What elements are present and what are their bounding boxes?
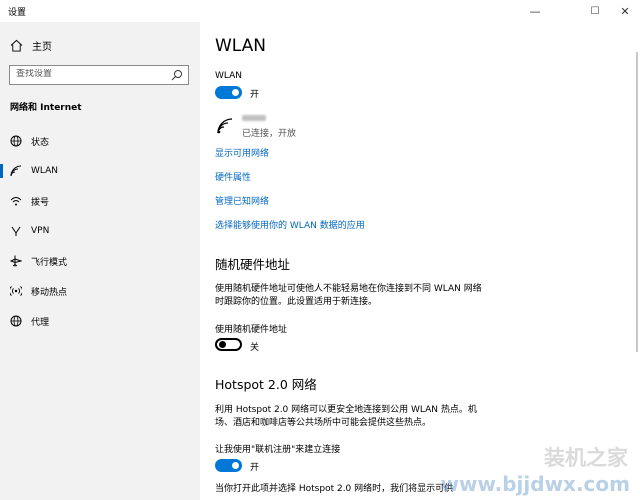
search-input[interactable] [16,69,166,79]
sidebar-item-label: 状态 [31,137,50,148]
scrollbar-thumb[interactable] [636,52,638,352]
minimize-button[interactable]: — [520,0,550,22]
hotspot-heading: Hotspot 2.0 网络 [215,377,317,392]
search-box[interactable] [9,65,189,85]
hotspot-toggle-label: 让我使用"联机注册"来建立连接 [215,445,341,455]
home-label: 主页 [32,42,52,53]
toggle-knob [232,89,239,96]
wifi-icon [9,164,23,178]
close-button[interactable]: ✕ [610,0,640,22]
random-hw-toggle-label: 使用随机硬件地址 [215,325,288,335]
sidebar-item-dialup[interactable]: 拨号 [0,190,200,212]
wlan-toggle[interactable] [215,86,242,99]
sidebar-item-label: 代理 [31,317,50,328]
airplane-icon [9,254,23,268]
dialup-icon [9,194,23,208]
sidebar-item-status[interactable]: 状态 [0,130,200,152]
sidebar-item-vpn[interactable]: VPN [0,220,200,242]
main-content: WLAN WLAN 开 已连接，开放 显示可用网络 硬件属性 管理已知网络 选择… [200,22,640,500]
hotspot-icon [9,284,23,298]
network-status: 已连接，开放 [242,129,297,139]
home-nav-item[interactable]: 主页 [10,38,52,53]
maximize-button[interactable]: ☐ [580,0,610,22]
show-available-networks-link[interactable]: 显示可用网络 [215,146,269,159]
window-title: 设置 [8,8,27,18]
choose-wlan-apps-link[interactable]: 选择能够使用你的 WLAN 数据的应用 [215,218,365,231]
sidebar-item-label: VPN [31,226,50,236]
wifi-signal-icon[interactable] [216,117,234,135]
sidebar-item-wlan[interactable]: WLAN [0,160,200,182]
watermark-url: www.bjjdwx.com [440,472,630,496]
sidebar-item-label: 拨号 [31,197,50,208]
random-hw-heading: 随机硬件地址 [215,257,291,272]
watermark-logo-text: 装机之家 [544,446,628,470]
vpn-icon [9,224,23,238]
hotspot-toggle[interactable] [215,459,242,472]
sidebar-item-hotspot[interactable]: 移动热点 [0,280,200,302]
globe-icon [9,134,23,148]
toggle-knob [219,341,226,348]
globe-icon [9,314,23,328]
wlan-toggle-state: 开 [250,90,260,100]
sidebar-item-label: 移动热点 [31,287,68,298]
random-hw-toggle[interactable] [215,338,242,351]
sidebar-item-airplane[interactable]: 飞行模式 [0,250,200,272]
sidebar-item-label: 飞行模式 [31,257,68,268]
search-icon[interactable] [171,69,183,81]
page-title: WLAN [215,36,267,56]
random-hw-toggle-state: 关 [250,343,260,353]
title-bar: 设置 — ☐ ✕ [0,0,640,22]
home-icon [10,39,23,52]
sidebar-item-proxy[interactable]: 代理 [0,310,200,332]
random-hw-description: 使用随机硬件地址可使他人不能轻易地在你连接到不同 WLAN 网络时跟踪你的位置。… [215,284,482,307]
sidebar-section-title: 网络和 Internet [10,103,82,113]
network-name-blurred[interactable] [242,115,266,121]
manage-known-networks-link[interactable]: 管理已知网络 [215,194,269,207]
hardware-properties-link[interactable]: 硬件属性 [215,170,251,183]
sidebar-item-label: WLAN [31,166,59,176]
hotspot-toggle-state: 开 [250,463,260,473]
sidebar: 主页 网络和 Internet 状态 WLAN 拨号 VPN 飞行模式 移动热点… [0,22,200,500]
wlan-label: WLAN [215,71,243,81]
toggle-knob [232,462,239,469]
hotspot-description: 利用 Hotspot 2.0 网络可以更安全地连接到公用 WLAN 热点。机场、… [215,405,477,428]
scrollbar[interactable] [632,22,640,500]
